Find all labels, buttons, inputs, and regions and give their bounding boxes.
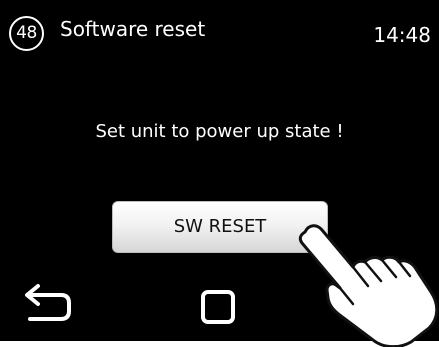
clock-time: 14:48 [373,23,431,47]
page-number-badge: 48 [9,16,44,51]
back-button[interactable] [22,282,74,322]
reset-message: Set unit to power up state ! [95,121,344,142]
status-bar: 48 Software reset 14:48 [0,0,439,66]
back-arrow-icon [25,284,71,321]
page-title: Software reset [60,17,206,41]
pointing-hand-icon [298,224,439,347]
home-button[interactable] [201,290,235,324]
